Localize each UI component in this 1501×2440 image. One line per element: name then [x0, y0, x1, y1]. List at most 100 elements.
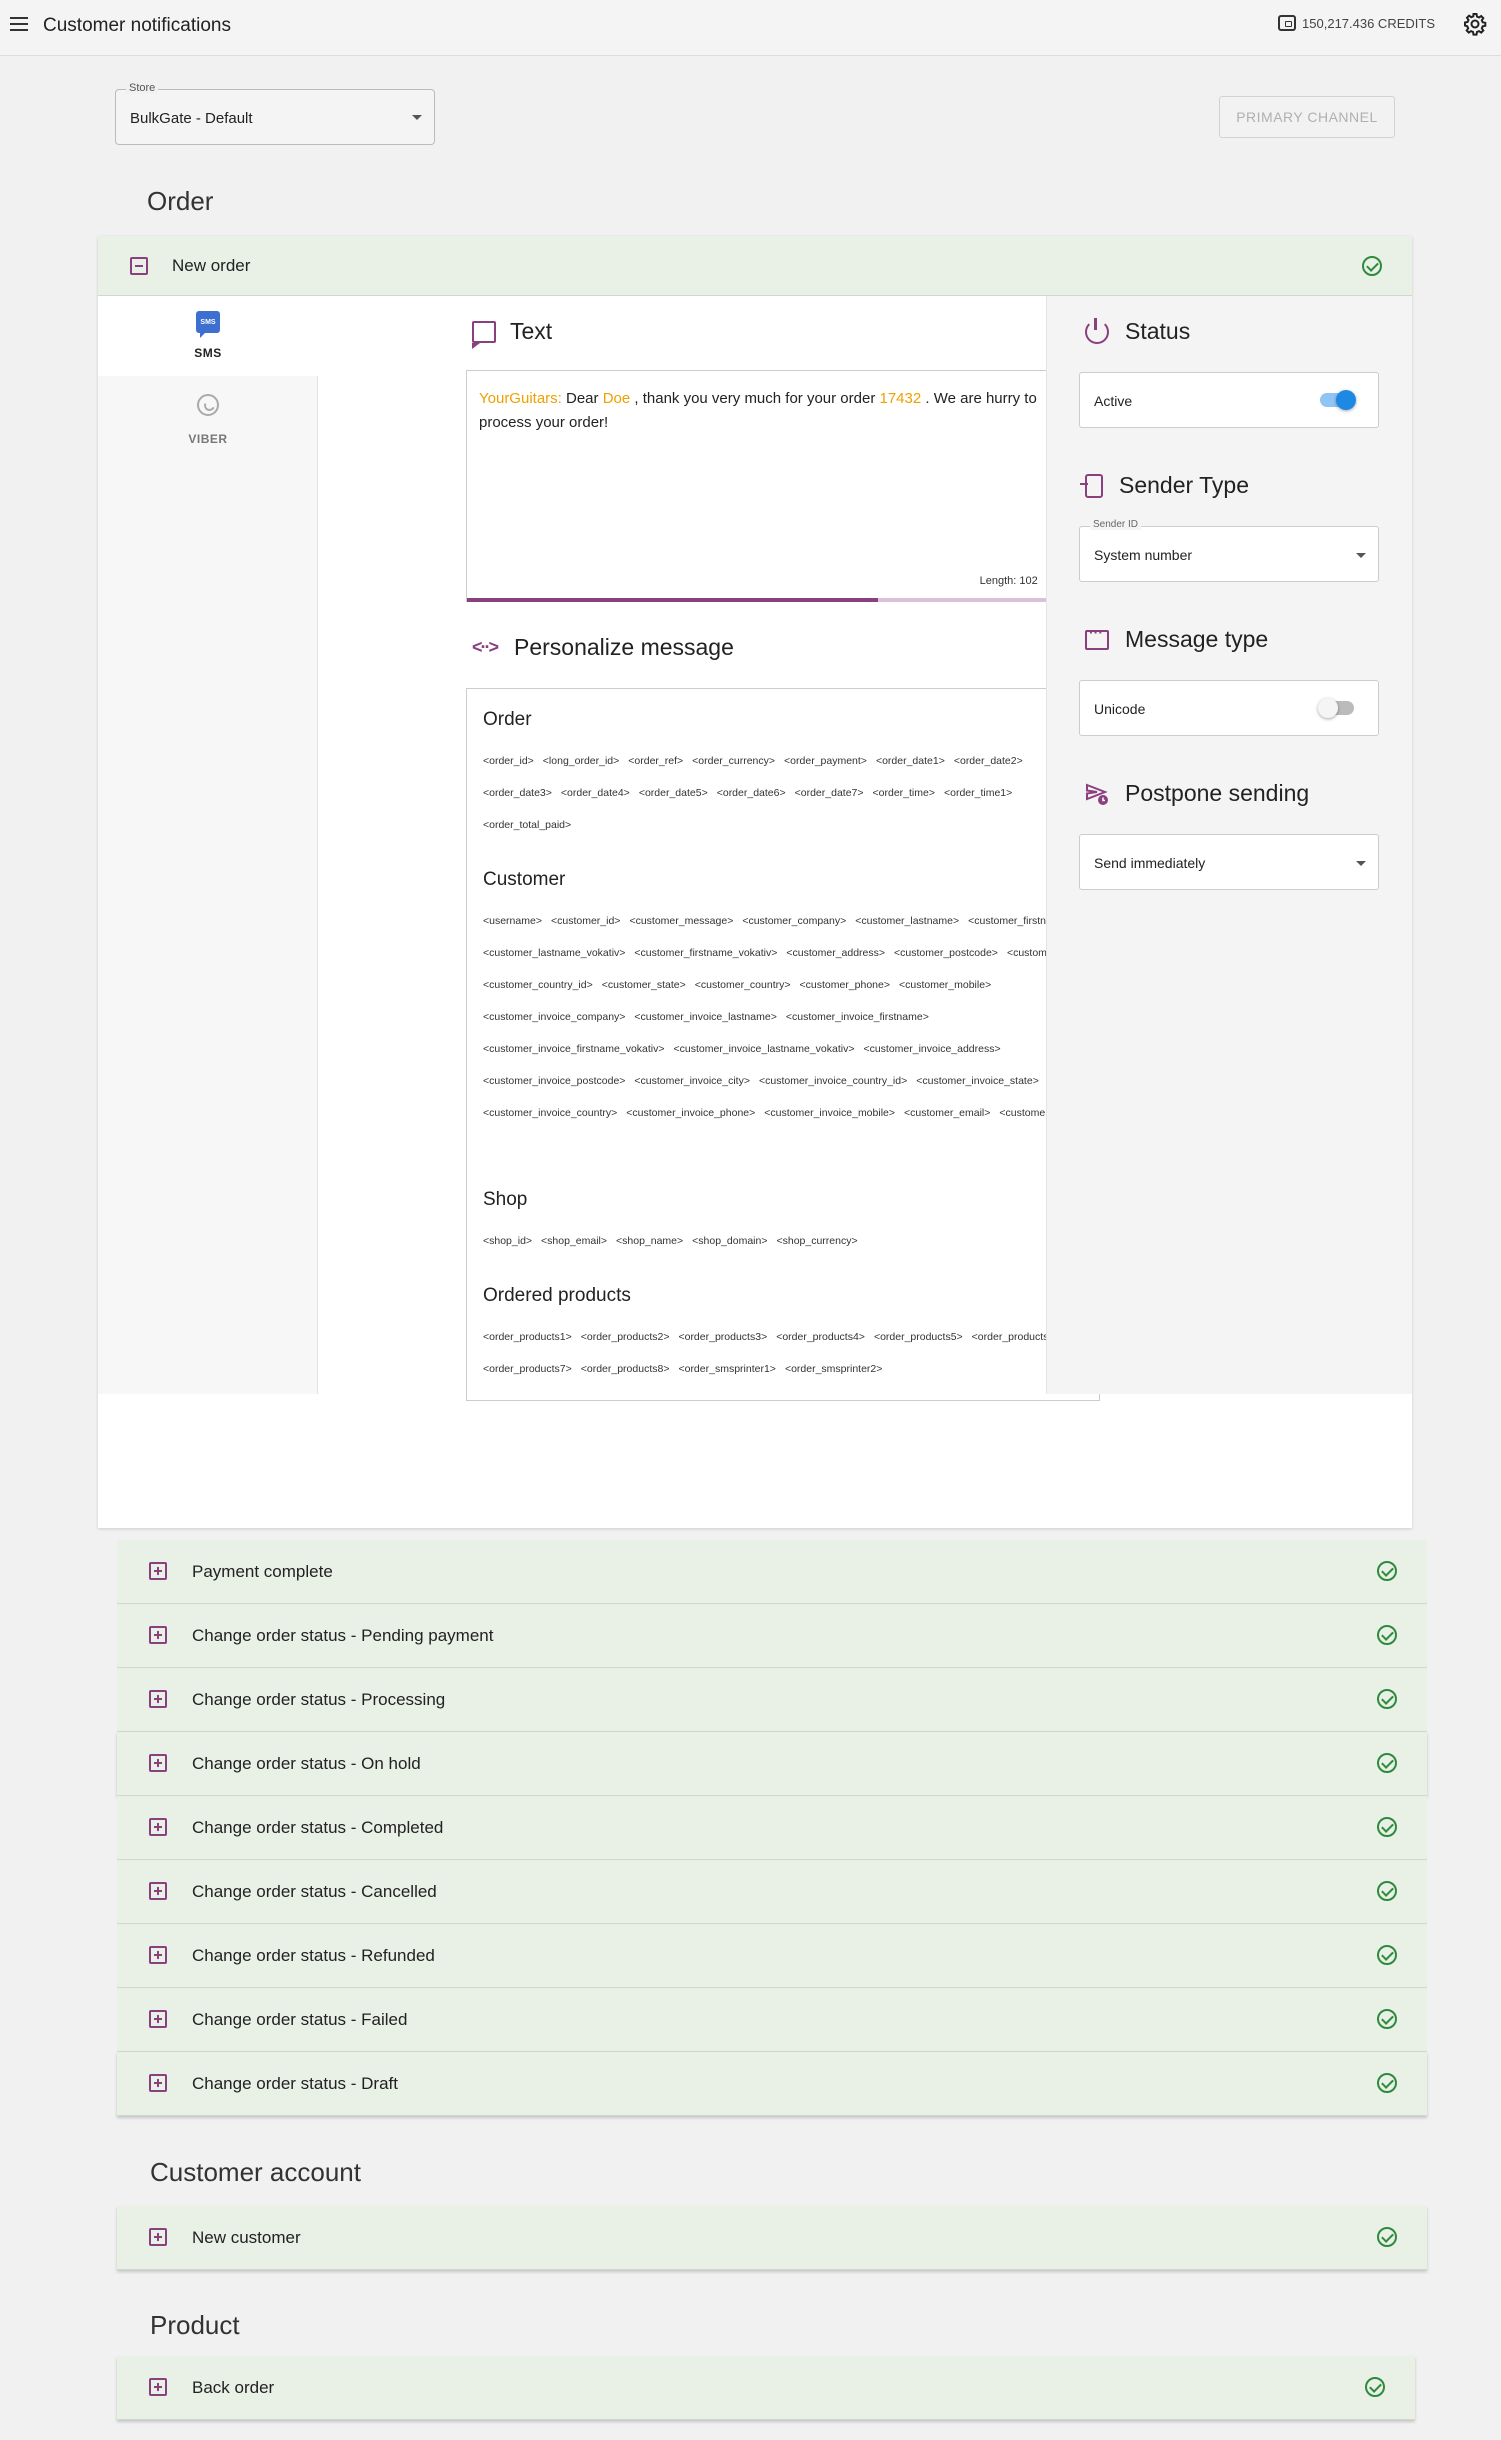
variable-chip[interactable]: <order_payment> [784, 745, 867, 777]
tab-viber[interactable]: VIBER [98, 376, 318, 456]
variable-chip[interactable]: <shop_currency> [776, 1225, 857, 1257]
variable-chip[interactable]: <customer_invoice_phone> [626, 1097, 755, 1129]
variable-chip[interactable]: <customer_invoice_company> [483, 1001, 625, 1033]
variable-chip[interactable]: <customer_invoice_postcode> [483, 1065, 625, 1097]
unicode-toggle[interactable] [1318, 698, 1354, 718]
variable-chip[interactable]: <username> [483, 905, 542, 937]
row-label: Change order status - Pending payment [192, 1626, 494, 1645]
variable-chip[interactable]: <order_products7> [483, 1353, 572, 1385]
variable-chip[interactable]: <order_date1> [876, 745, 945, 777]
message-textarea[interactable]: YourGuitars: Dear Doe , thank you very m… [466, 370, 1100, 602]
postpone-select[interactable]: Send immediately [1079, 834, 1379, 890]
variable-chip[interactable]: <order_date5> [639, 777, 708, 809]
variable-chip[interactable]: <order_date2> [954, 745, 1023, 777]
variable-chip[interactable]: <order_date4> [561, 777, 630, 809]
variable-chip[interactable]: <order_products4> [776, 1321, 865, 1353]
status-toggle[interactable] [1320, 390, 1356, 410]
notification-row[interactable]: Change order status - Pending payment [117, 1604, 1427, 1668]
expand-icon[interactable] [149, 1626, 167, 1644]
menu-icon[interactable] [10, 17, 28, 31]
notification-row[interactable]: Change order status - Completed [117, 1796, 1427, 1860]
postpone-heading-label: Postpone sending [1125, 780, 1310, 806]
expand-icon[interactable] [149, 1690, 167, 1708]
notification-row[interactable]: New customer [117, 2206, 1427, 2270]
variable-chip[interactable]: <long_order_id> [543, 745, 619, 777]
sender-id-select[interactable]: Sender ID System number [1079, 519, 1379, 582]
expanded-header[interactable]: New order [98, 236, 1412, 296]
variable-chip[interactable]: <shop_domain> [692, 1225, 767, 1257]
expand-icon[interactable] [149, 1882, 167, 1900]
primary-channel-button[interactable]: PRIMARY CHANNEL [1219, 96, 1395, 138]
variable-chip[interactable]: <shop_id> [483, 1225, 532, 1257]
store-label: Store [126, 82, 159, 94]
variable-chip[interactable]: <shop_name> [616, 1225, 683, 1257]
variable-chip[interactable]: <shop_email> [541, 1225, 607, 1257]
variable-chip[interactable]: <customer_invoice_mobile> [764, 1097, 895, 1129]
variable-chip[interactable]: <customer_invoice_lastname> [634, 1001, 776, 1033]
section-title-product: Product [150, 2310, 240, 2340]
expand-icon[interactable] [149, 2074, 167, 2092]
variable-chip[interactable]: <customer_invoice_city> [634, 1065, 750, 1097]
expand-icon[interactable] [149, 2228, 167, 2246]
variable-chip[interactable]: <customer_country> [695, 969, 791, 1001]
variable-chip[interactable]: <customer_firstname_vokativ> [634, 937, 777, 969]
variable-group-customer: Customer <username> <customer_id> <custome… [483, 869, 1087, 1129]
expand-icon[interactable] [149, 2378, 167, 2396]
variable-chip[interactable]: <order_time> [873, 777, 935, 809]
notification-row[interactable]: Change order status - Draft [117, 2052, 1427, 2116]
variable-chip[interactable]: <customer_state> [602, 969, 686, 1001]
variable-chip[interactable]: <customer_invoice_country> [483, 1097, 617, 1129]
notification-row[interactable]: Payment complete [117, 1540, 1427, 1604]
variable-chip[interactable]: <customer_invoice_country_id> [759, 1065, 907, 1097]
variable-chip[interactable]: <order_smsprinter2> [785, 1353, 882, 1385]
collapse-icon[interactable] [130, 257, 148, 275]
notification-row[interactable]: Change order status - Failed [117, 1988, 1427, 2052]
variable-chip[interactable]: <customer_message> [629, 905, 733, 937]
variable-chip[interactable]: <customer_company> [742, 905, 846, 937]
variable-chip[interactable]: <customer_invoice_lastname_vokativ> [674, 1033, 855, 1065]
credits-display[interactable]: 150,217.436 CREDITS [1278, 15, 1435, 31]
variable-chip[interactable]: <order_products3> [678, 1321, 767, 1353]
variable-chip[interactable]: <customer_lastname> [855, 905, 959, 937]
variable-chip[interactable]: <order_time1> [944, 777, 1012, 809]
expand-icon[interactable] [149, 2010, 167, 2028]
notification-row[interactable]: Change order status - On hold [117, 1732, 1427, 1796]
variable-chip[interactable]: <customer_id> [551, 905, 620, 937]
variable-chip[interactable]: <customer_postcode> [894, 937, 998, 969]
variable-chip[interactable]: <customer_country_id> [483, 969, 593, 1001]
notification-row[interactable]: Change order status - Processing [117, 1668, 1427, 1732]
variable-chip[interactable]: <order_currency> [692, 745, 775, 777]
sms-icon: SMS [196, 311, 220, 338]
variable-chip[interactable]: <order_date7> [795, 777, 864, 809]
variable-chip[interactable]: <order_smsprinter1> [678, 1353, 775, 1385]
variable-chip[interactable]: <order_id> [483, 745, 534, 777]
store-select[interactable]: Store BulkGate - Default [115, 82, 435, 145]
variable-chip[interactable]: <customer_mobile> [899, 969, 991, 1001]
variable-chip[interactable]: <order_products8> [581, 1353, 670, 1385]
variable-chip[interactable]: <customer_invoice_firstname> [786, 1001, 929, 1033]
gear-icon[interactable] [1463, 12, 1487, 36]
variable-chip[interactable]: <customer_invoice_address> [863, 1033, 1000, 1065]
expand-icon[interactable] [149, 1818, 167, 1836]
variable-chip[interactable]: <customer_lastname_vokativ> [483, 937, 625, 969]
variable-chip[interactable]: <customer_email> [904, 1097, 990, 1129]
variable-chip[interactable]: <customer_invoice_state> [916, 1065, 1039, 1097]
expand-icon[interactable] [149, 1562, 167, 1580]
tab-sms[interactable]: SMS SMS [98, 296, 318, 376]
notification-row[interactable]: Change order status - Cancelled [117, 1860, 1427, 1924]
variable-chip[interactable]: <order_products1> [483, 1321, 572, 1353]
variable-chip[interactable]: <order_ref> [628, 745, 683, 777]
variable-chip[interactable]: <customer_address> [786, 937, 885, 969]
variable-chip[interactable]: <order_total_paid> [483, 809, 571, 841]
variable-chip[interactable]: <customer_phone> [800, 969, 890, 1001]
variable-chip[interactable]: <order_products2> [581, 1321, 670, 1353]
variable-chip[interactable]: <order_products5> [874, 1321, 963, 1353]
expand-icon[interactable] [149, 1946, 167, 1964]
variable-chip[interactable]: <order_date3> [483, 777, 552, 809]
power-icon [1085, 317, 1109, 344]
variable-chip[interactable]: <customer_invoice_firstname_vokativ> [483, 1033, 665, 1065]
variable-chip[interactable]: <order_date6> [717, 777, 786, 809]
notification-row[interactable]: Back order [117, 2356, 1415, 2420]
expand-icon[interactable] [149, 1754, 167, 1772]
notification-row[interactable]: Change order status - Refunded [117, 1924, 1427, 1988]
